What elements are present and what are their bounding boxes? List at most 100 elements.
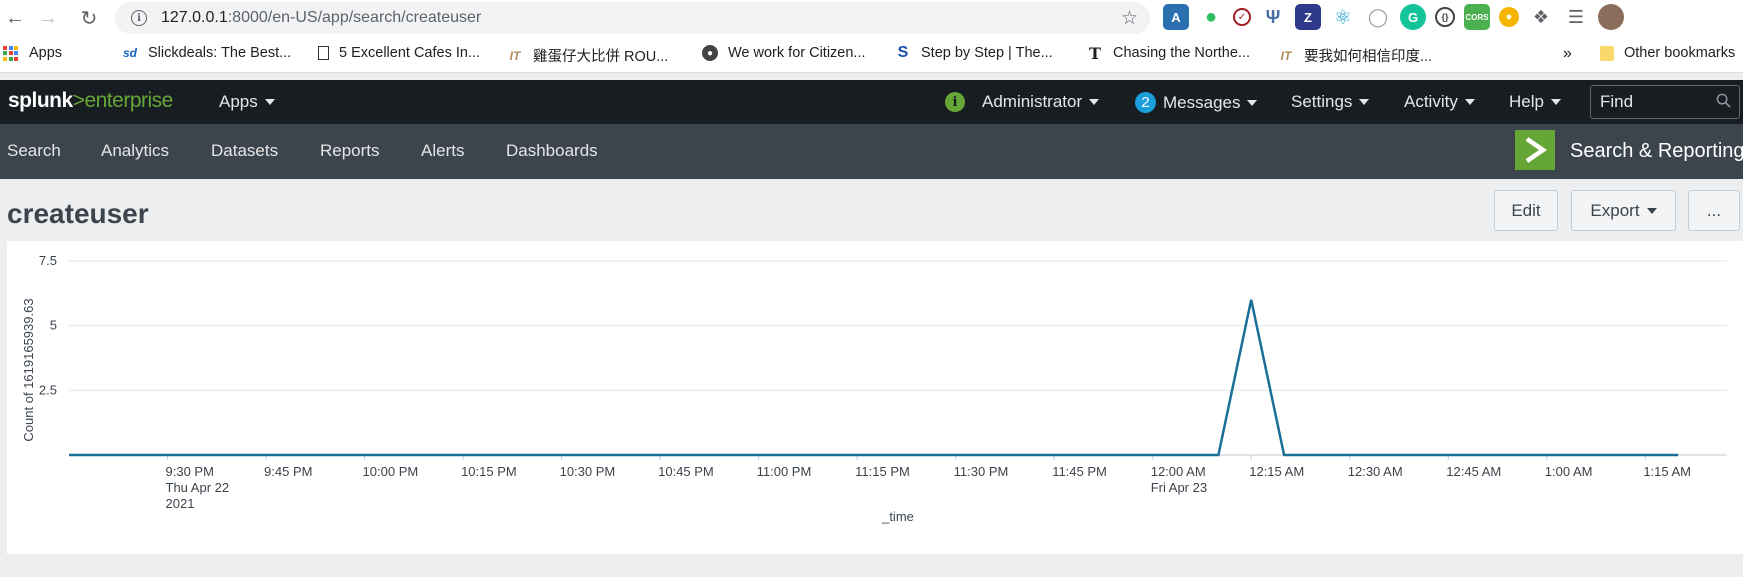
folder-icon (1600, 45, 1614, 61)
nav-analytics[interactable]: Analytics (101, 141, 169, 161)
search-icon[interactable] (1716, 93, 1731, 108)
bookmark-label: Step by Step | The... (921, 45, 1053, 61)
messages-count-badge: 2 (1135, 92, 1156, 113)
activity-menu[interactable]: Activity (1404, 92, 1475, 112)
app-chevron-icon (1515, 130, 1555, 170)
zotero-icon[interactable]: Z (1295, 4, 1321, 30)
edit-button[interactable]: Edit (1494, 190, 1558, 231)
x-tick-label: 9:45 PM (264, 464, 312, 479)
browser-toolbar: ← → ↻ i 127.0.0.1:8000/en-US/app/search/… (0, 0, 1743, 36)
slickdeals-icon: sd (122, 46, 137, 60)
bookmark-label: We work for Citizen... (728, 45, 866, 61)
find-input[interactable]: Find (1590, 85, 1740, 119)
x-tick-label: 12:15 AM (1249, 464, 1304, 479)
administrator-menu[interactable]: i Administrator (945, 92, 1100, 112)
extension-camera-icon[interactable]: ◯ (1365, 4, 1391, 30)
x-tick-label: 1:00 AM (1545, 464, 1593, 479)
nav-alerts[interactable]: Alerts (421, 141, 464, 161)
settings-menu[interactable]: Settings (1291, 92, 1370, 112)
x-tick-label: 12:00 AM (1151, 464, 1206, 479)
site-info-icon[interactable]: i (131, 10, 147, 26)
more-bookmarks-button[interactable]: » (1563, 45, 1572, 63)
bookmark-apps[interactable]: Apps (3, 45, 62, 61)
messages-menu[interactable]: 2 Messages (1135, 92, 1258, 113)
caret-down-icon (1646, 207, 1657, 214)
extension-translate-icon[interactable]: A (1163, 4, 1189, 30)
export-button[interactable]: Export (1571, 190, 1676, 231)
x-tick-label: 10:15 PM (461, 464, 517, 479)
extension-coin-icon[interactable]: ● (1499, 7, 1519, 27)
y-axis-label: Count of 1619165939.63 (21, 298, 36, 441)
caret-down-icon (1464, 99, 1475, 105)
x-tick-label: 11:15 PM (855, 464, 910, 479)
extension-check-icon[interactable]: ✓ (1233, 8, 1251, 26)
grammarly-icon[interactable]: G (1400, 4, 1426, 30)
reload-icon[interactable]: ↻ (74, 3, 104, 33)
nav-dashboards[interactable]: Dashboards (506, 141, 598, 161)
x-tick-label: 10:45 PM (658, 464, 714, 479)
nav-search[interactable]: Search (7, 141, 61, 161)
more-actions-button[interactable]: ... (1688, 190, 1740, 231)
x-tick-label: 12:30 AM (1348, 464, 1403, 479)
caret-down-icon (1550, 99, 1561, 105)
bookmark-label: 要我如何相信印度... (1304, 49, 1433, 65)
bookmark-nyt[interactable]: T Chasing the Northe... (1087, 44, 1251, 63)
profile-avatar[interactable] (1598, 4, 1624, 30)
caret-down-icon (1089, 99, 1100, 105)
x-tick-label: Thu Apr 22 (166, 480, 230, 495)
other-bookmarks[interactable]: Other bookmarks (1600, 45, 1735, 61)
bookmark-label: Slickdeals: The Best... (148, 45, 292, 61)
x-tick-label: 11:45 PM (1052, 464, 1107, 479)
back-icon[interactable]: ← (0, 3, 30, 33)
react-devtools-icon[interactable]: ⚛ (1330, 4, 1356, 30)
y-tick-label: 5 (50, 318, 57, 333)
forward-icon[interactable]: → (33, 3, 63, 33)
bookmark-label: Chasing the Northe... (1113, 45, 1251, 61)
splunk-header: splunk>enterprise Apps i Administrator 2M… (0, 80, 1743, 124)
x-tick-label: 11:00 PM (757, 464, 812, 479)
bookmark-label: 雞蛋仔大比併 ROU... (533, 49, 669, 65)
apps-grid-icon (3, 45, 19, 61)
x-tick-label: 11:30 PM (954, 464, 1009, 479)
bookmark-label: Apps (29, 45, 63, 61)
bookmark-label: 5 Excellent Cafes In... (339, 45, 481, 61)
y-tick-label: 7.5 (39, 253, 57, 268)
evernote-icon[interactable]: ● (1198, 4, 1224, 30)
y-tick-label: 2.5 (39, 382, 57, 397)
nav-reports[interactable]: Reports (320, 141, 380, 161)
extensions-puzzle-icon[interactable]: ❖ (1528, 4, 1554, 30)
cors-icon[interactable]: CORS (1464, 4, 1490, 30)
info-icon: i (945, 92, 965, 112)
x-tick-label: 9:30 PM (166, 464, 214, 479)
apps-menu[interactable]: Apps (219, 92, 275, 112)
x-tick-label: 1:15 AM (1643, 464, 1691, 479)
url-host: 127.0.0.1 (161, 9, 228, 26)
bookmark-cafes[interactable]: 5 Excellent Cafes In... (318, 45, 480, 61)
reading-list-icon[interactable]: ☰ (1563, 4, 1589, 30)
bookmark-star-icon[interactable]: ☆ (1121, 7, 1138, 30)
x-tick-label: 10:00 PM (363, 464, 419, 479)
x-tick-label: 10:30 PM (560, 464, 616, 479)
x-tick-label: 2021 (166, 496, 195, 511)
address-bar[interactable]: i 127.0.0.1:8000/en-US/app/search/create… (115, 2, 1150, 34)
series-line (69, 299, 1679, 457)
splunk-logo[interactable]: splunk>enterprise (8, 89, 173, 113)
bookmark-india[interactable]: IT 要我如何相信印度... (1278, 45, 1432, 66)
x-axis-label: _time (881, 509, 914, 524)
line-chart[interactable]: 2.5 5 7.5 9:30 PMThu Apr 222021 9:45 PM 10:00… (7, 241, 1743, 554)
app-nav-bar: Search Analytics Datasets Reports Alerts… (0, 124, 1743, 179)
bookmark-slickdeals[interactable]: sd Slickdeals: The Best... (122, 45, 291, 61)
bookmark-step[interactable]: S Step by Step | The... (895, 44, 1053, 61)
bookmark-round[interactable]: IT 雞蛋仔大比併 ROU... (507, 45, 669, 66)
bookmarks-bar: Apps sd Slickdeals: The Best... 5 Excell… (0, 36, 1743, 73)
extension-trident-icon[interactable]: Ψ (1260, 4, 1286, 30)
bookmark-citizen[interactable]: ● We work for Citizen... (702, 45, 866, 61)
help-menu[interactable]: Help (1509, 92, 1561, 112)
extension-json-icon[interactable]: {} (1435, 7, 1455, 27)
nav-datasets[interactable]: Datasets (211, 141, 278, 161)
x-tick-label: 12:45 AM (1446, 464, 1501, 479)
s-logo-icon: S (897, 44, 909, 61)
x-tick-label: Fri Apr 23 (1151, 480, 1207, 495)
app-title: Search & Reporting (1570, 140, 1743, 162)
url-path: :8000/en-US/app/search/createuser (227, 9, 482, 26)
